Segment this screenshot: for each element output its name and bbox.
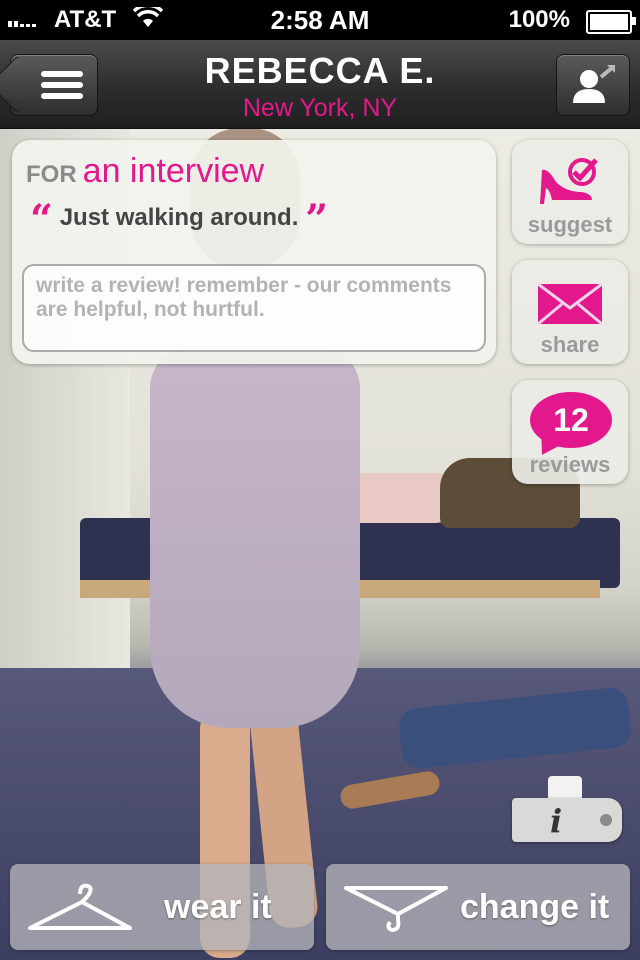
profile-button[interactable] (556, 54, 630, 116)
user-profile-icon (573, 65, 615, 103)
info-icon: i (550, 802, 563, 840)
occasion-row: FOR an interview (26, 152, 264, 191)
change-it-button[interactable]: change it (326, 864, 630, 950)
reviews-count-badge: 12 (530, 392, 612, 448)
quote-text: Just walking around. (59, 204, 299, 231)
outfit-info-card: FOR an interview “ Just walking around. ”… (12, 140, 496, 364)
open-quote-icon: “ (30, 196, 54, 243)
share-label: share (540, 332, 600, 357)
share-button[interactable]: share (512, 260, 628, 364)
info-tag-button[interactable]: i (512, 798, 622, 842)
battery-icon (586, 10, 636, 34)
hanger-icon (28, 883, 132, 930)
user-name: REBECCA E. (204, 50, 436, 91)
for-label: FOR (26, 161, 77, 188)
close-quote-icon: ” (305, 196, 329, 243)
status-bar: AT&T 2:58 AM 100% (0, 0, 640, 40)
hanger-upside-down-icon (344, 886, 448, 933)
user-location: New York, NY (242, 94, 398, 122)
hamburger-menu-icon (41, 71, 83, 99)
review-input[interactable]: write a review! remember - our comments … (22, 264, 486, 352)
wear-it-button[interactable]: wear it (10, 864, 314, 950)
envelope-icon (537, 282, 603, 326)
suggest-label: suggest (527, 212, 613, 237)
wear-it-label: wear it (164, 888, 272, 926)
change-it-label: change it (460, 888, 610, 926)
reviews-label: reviews (529, 452, 611, 477)
reviews-count: 12 (553, 402, 589, 438)
battery-percent: 100% (508, 6, 570, 33)
navigation-bar: REBECCA E. New York, NY (0, 40, 640, 129)
occasion-text: an interview (82, 152, 265, 190)
outfit-quote: “ Just walking around. ” (30, 196, 328, 243)
suggest-button[interactable]: suggest (512, 140, 628, 244)
shoe-check-icon (540, 158, 598, 204)
reviews-button[interactable]: 12 reviews (512, 380, 628, 484)
